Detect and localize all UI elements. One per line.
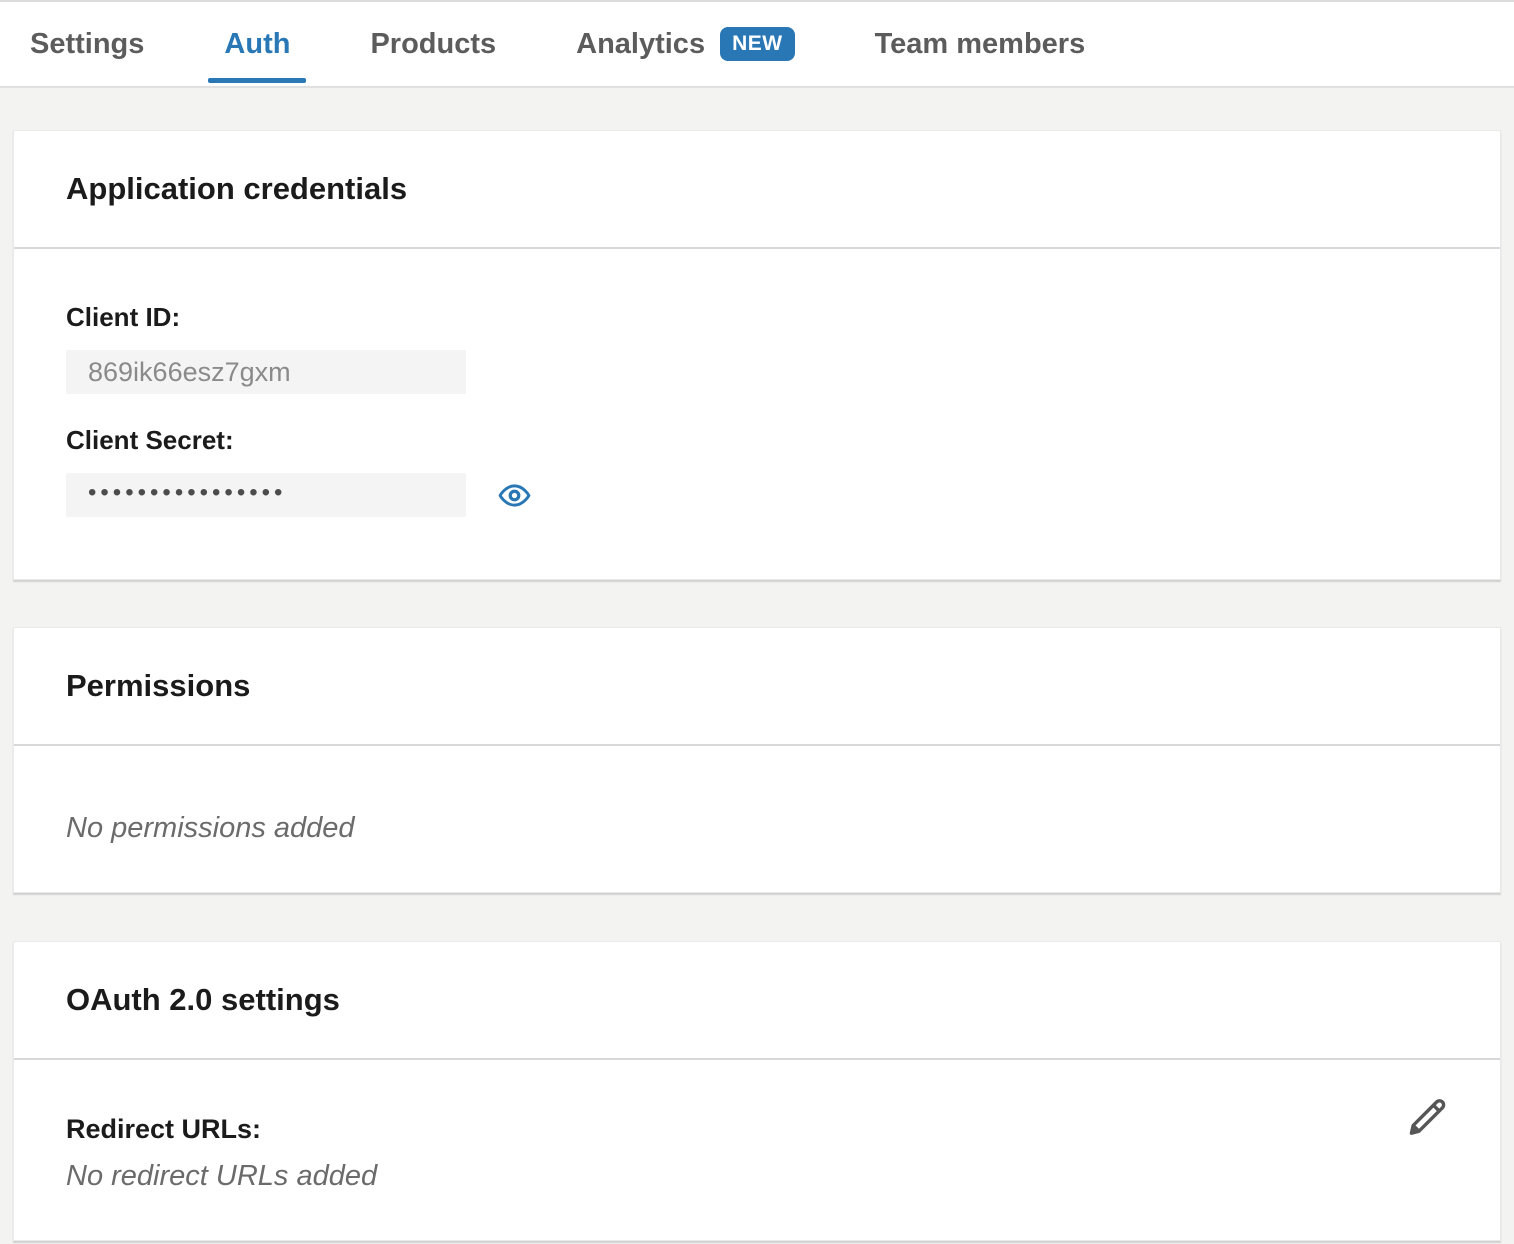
client-secret-row: •••••••••••••••• [66, 473, 1448, 517]
tab-products-label: Products [370, 28, 496, 61]
auth-settings-page: Application credentials Client ID: 869ik… [0, 130, 1514, 1241]
oauth-settings-title: OAuth 2.0 settings [66, 980, 1448, 1020]
tab-auth[interactable]: Auth [224, 2, 290, 86]
tab-bar: Settings Auth Products Analytics NEW Tea… [0, 0, 1514, 88]
tab-analytics-label: Analytics [576, 28, 705, 61]
eye-icon [498, 479, 531, 512]
client-secret-field[interactable]: •••••••••••••••• [66, 473, 466, 517]
client-secret-masked-value: •••••••••••••••• [88, 481, 286, 505]
permissions-card: Permissions No permissions added [13, 627, 1501, 893]
oauth-settings-header: OAuth 2.0 settings [14, 942, 1500, 1058]
application-credentials-card: Application credentials Client ID: 869ik… [13, 130, 1501, 580]
permissions-empty-message: No permissions added [66, 810, 1448, 846]
tab-auth-label: Auth [224, 28, 290, 61]
show-secret-button[interactable] [498, 479, 531, 512]
edit-redirect-urls-button[interactable] [1404, 1092, 1452, 1140]
client-secret-label: Client Secret: [66, 424, 1448, 456]
tab-settings-label: Settings [30, 28, 144, 61]
tab-team-members-label: Team members [875, 28, 1086, 61]
oauth-settings-body: Redirect URLs: No redirect URLs added [14, 1060, 1500, 1240]
tab-products[interactable]: Products [370, 2, 496, 86]
tab-team-members[interactable]: Team members [875, 2, 1086, 86]
client-id-field[interactable]: 869ik66esz7gxm [66, 350, 466, 394]
client-id-label: Client ID: [66, 301, 1448, 333]
tab-settings[interactable]: Settings [30, 2, 144, 86]
application-credentials-body: Client ID: 869ik66esz7gxm Client Secret:… [14, 249, 1500, 579]
application-credentials-title: Application credentials [66, 169, 1448, 209]
redirect-urls-empty-message: No redirect URLs added [66, 1158, 1448, 1194]
client-id-value: 869ik66esz7gxm [88, 357, 291, 388]
permissions-title: Permissions [66, 666, 1448, 706]
pencil-icon [1404, 1092, 1452, 1140]
redirect-urls-label: Redirect URLs: [66, 1112, 1448, 1146]
tab-analytics[interactable]: Analytics NEW [576, 2, 794, 86]
application-credentials-header: Application credentials [14, 131, 1500, 247]
permissions-header: Permissions [14, 628, 1500, 744]
oauth-settings-card: OAuth 2.0 settings Redirect URLs: No red… [13, 941, 1501, 1241]
permissions-body: No permissions added [14, 746, 1500, 892]
new-badge: NEW [720, 27, 795, 61]
